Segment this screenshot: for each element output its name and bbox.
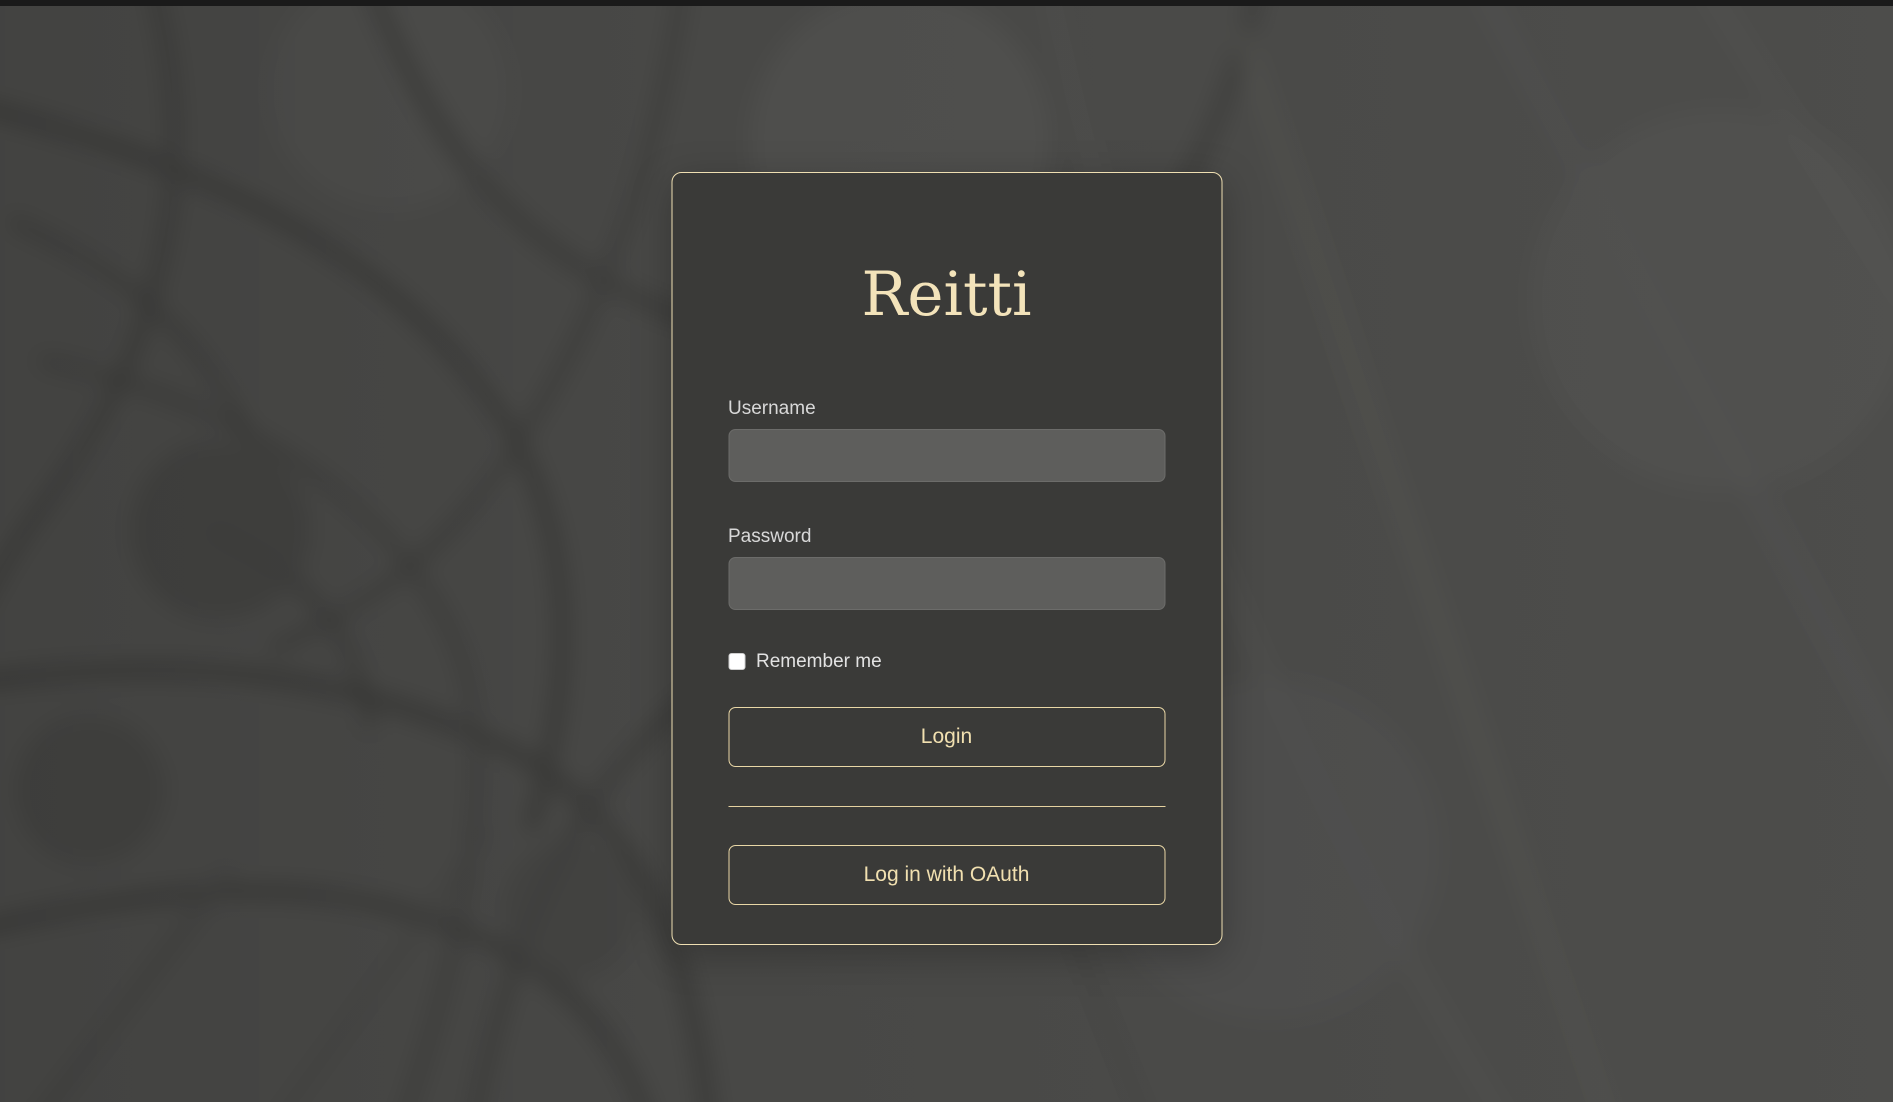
app-title: Reitti (728, 259, 1165, 331)
password-input[interactable] (728, 557, 1165, 610)
oauth-login-button[interactable]: Log in with OAuth (728, 845, 1165, 905)
remember-checkbox[interactable] (728, 653, 745, 670)
username-label: Username (728, 397, 1165, 420)
remember-label[interactable]: Remember me (756, 651, 882, 673)
password-label: Password (728, 525, 1165, 548)
login-card: Reitti Username Password Remember me Log… (671, 172, 1222, 945)
remember-me-row: Remember me (728, 651, 1165, 673)
login-button[interactable]: Login (728, 707, 1165, 767)
username-input[interactable] (728, 429, 1165, 482)
divider (728, 806, 1165, 807)
top-bar (0, 0, 1893, 6)
